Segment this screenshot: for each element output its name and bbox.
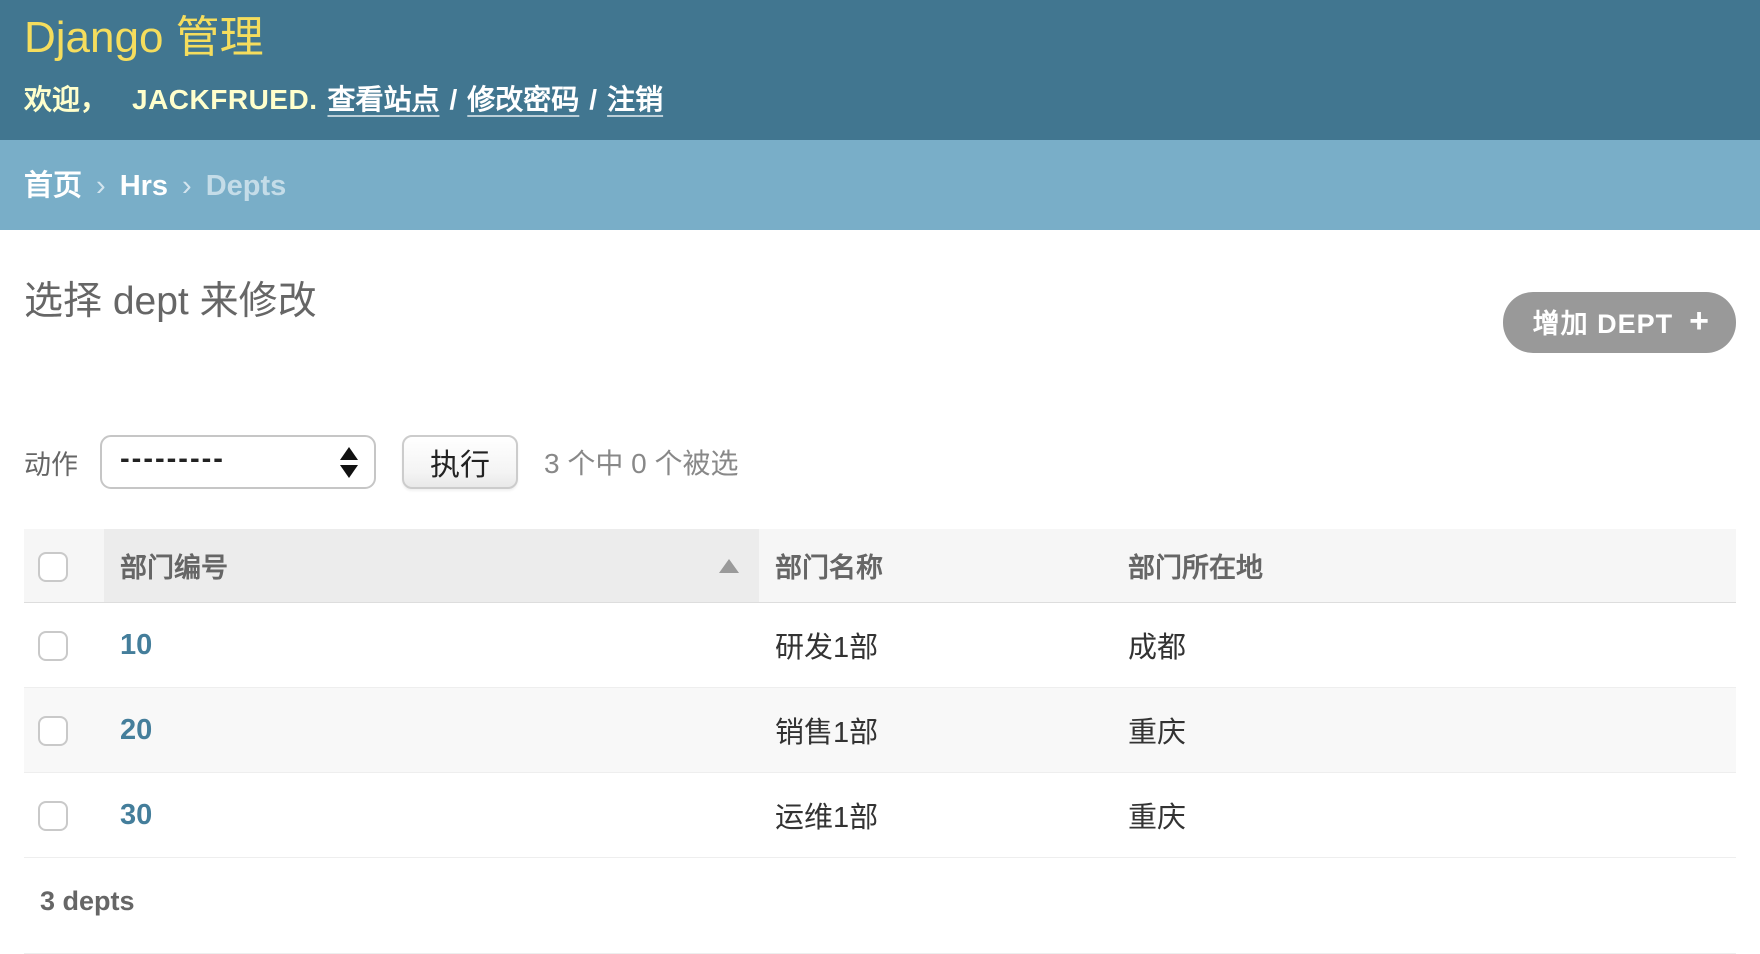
- link-separator: /: [450, 84, 458, 116]
- link-separator: /: [589, 84, 597, 116]
- table-row: 20 销售1部 重庆: [24, 688, 1736, 773]
- add-dept-button-label: 增加 DEPT: [1533, 302, 1674, 341]
- dept-location-cell: 重庆: [1112, 773, 1736, 858]
- table-row: 30 运维1部 重庆: [24, 773, 1736, 858]
- site-title[interactable]: Django 管理: [24, 14, 1736, 62]
- dept-location-cell: 成都: [1112, 603, 1736, 688]
- add-dept-button[interactable]: 增加 DEPT +: [1503, 292, 1736, 353]
- select-all-checkbox[interactable]: [38, 552, 68, 582]
- action-label: 动作: [24, 443, 78, 482]
- change-password-link[interactable]: 修改密码: [467, 78, 579, 118]
- breadcrumb-separator: ›: [182, 170, 192, 203]
- dept-name-cell: 运维1部: [759, 773, 1112, 858]
- row-checkbox[interactable]: [38, 631, 68, 661]
- selection-counter: 3 个中 0 个被选: [544, 442, 738, 482]
- select-spinner-icon: [340, 447, 358, 478]
- column-header-dept-id[interactable]: 部门编号: [104, 529, 759, 603]
- column-header-dept-location[interactable]: 部门所在地: [1112, 529, 1736, 603]
- plus-icon: +: [1689, 304, 1710, 338]
- title-row: 选择 dept 来修改 增加 DEPT +: [24, 270, 1736, 353]
- table-row: 10 研发1部 成都: [24, 603, 1736, 688]
- sort-ascending-icon[interactable]: [719, 559, 739, 573]
- breadcrumb-current: Depts: [206, 170, 287, 203]
- breadcrumb-app-link[interactable]: Hrs: [120, 170, 168, 203]
- breadcrumb: 首页 › Hrs › Depts: [0, 140, 1760, 230]
- depts-table: 部门编号 部门名称 部门所在地 10 研发1部 成都 20 销售1部 重庆: [24, 529, 1736, 858]
- actions-bar: 动作 --------- 执行 3 个中 0 个被选: [24, 435, 1736, 489]
- dept-id-link[interactable]: 20: [120, 714, 152, 746]
- breadcrumb-separator: ›: [96, 170, 106, 203]
- dept-name-cell: 销售1部: [759, 688, 1112, 773]
- dept-id-link[interactable]: 10: [120, 629, 152, 661]
- user-tools: 欢迎， JACKFRUED. 查看站点 / 修改密码 / 注销: [24, 78, 1736, 118]
- username: JACKFRUED.: [132, 84, 317, 116]
- paginator: 3 depts: [24, 858, 1736, 954]
- view-site-link[interactable]: 查看站点: [327, 78, 439, 118]
- page-title: 选择 dept 来修改: [24, 270, 317, 326]
- column-header-dept-name[interactable]: 部门名称: [759, 529, 1112, 603]
- table-header-row: 部门编号 部门名称 部门所在地: [24, 529, 1736, 603]
- action-select[interactable]: ---------: [100, 435, 376, 489]
- go-button[interactable]: 执行: [402, 435, 518, 489]
- changelist-content: 选择 dept 来修改 增加 DEPT + 动作 --------- 执行 3 …: [0, 270, 1760, 954]
- dept-id-link[interactable]: 30: [120, 799, 152, 831]
- action-select-value: ---------: [120, 443, 225, 476]
- welcome-text: 欢迎，: [24, 78, 108, 118]
- logout-link[interactable]: 注销: [607, 78, 663, 118]
- admin-header: Django 管理 欢迎， JACKFRUED. 查看站点 / 修改密码 / 注…: [0, 0, 1760, 140]
- row-checkbox[interactable]: [38, 716, 68, 746]
- dept-name-cell: 研发1部: [759, 603, 1112, 688]
- dept-location-cell: 重庆: [1112, 688, 1736, 773]
- column-header-dept-id-label: 部门编号: [120, 546, 228, 585]
- breadcrumb-home-link[interactable]: 首页: [24, 162, 82, 204]
- row-checkbox[interactable]: [38, 801, 68, 831]
